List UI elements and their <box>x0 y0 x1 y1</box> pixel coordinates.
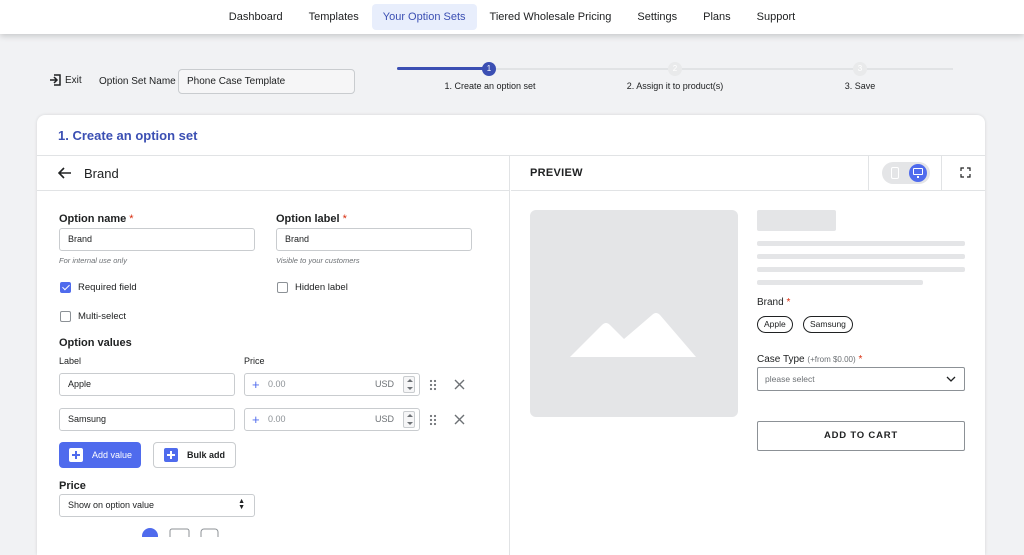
label-column-header: Label <box>59 356 82 366</box>
hidden-label-checkbox[interactable]: Hidden label <box>277 282 348 293</box>
multi-select-checkbox[interactable]: Multi-select <box>60 311 126 322</box>
product-image-placeholder <box>530 210 738 417</box>
plus-icon <box>164 448 178 462</box>
checkbox-unchecked[interactable] <box>60 311 71 322</box>
option-value-price-input[interactable]: + 0.00 USD <box>244 373 420 396</box>
editor-header: Brand <box>37 156 509 191</box>
option-label-help: Visible to your customers <box>276 256 360 265</box>
device-toggle-cell <box>868 156 942 191</box>
exit-label: Exit <box>65 74 82 86</box>
preview-case-type-select[interactable]: please select <box>757 367 965 391</box>
required-mark: * <box>129 213 134 225</box>
card-title: 1. Create an option set <box>58 128 198 143</box>
preview-header: PREVIEW <box>511 156 985 191</box>
option-value-label-input[interactable]: Apple <box>59 373 235 396</box>
price-section-title: Price <box>59 480 86 492</box>
exit-icon <box>50 74 61 86</box>
checkbox-checked[interactable] <box>60 282 71 293</box>
price-amount: 0.00 <box>268 414 286 424</box>
remove-value-icon[interactable] <box>454 414 465 425</box>
price-display-value: Show on option value <box>68 500 155 510</box>
step-3-label: 3. Save <box>844 81 876 91</box>
skeleton-title <box>757 210 836 231</box>
exit-button[interactable]: Exit <box>49 74 82 86</box>
case-type-placeholder: please select <box>765 374 815 384</box>
bulk-add-label: Bulk add <box>187 450 226 460</box>
price-amount: 0.00 <box>268 379 286 389</box>
skeleton-line <box>757 254 965 259</box>
device-toggle[interactable] <box>882 162 930 184</box>
select-arrows-icon: ▲ ▼ <box>238 498 245 511</box>
remove-value-icon[interactable] <box>454 379 465 390</box>
option-set-card: 1. Create an option set Brand Option nam… <box>37 115 985 555</box>
step-1-dot[interactable]: 1 <box>482 62 496 76</box>
preview-case-type-label: Case Type (+from $0.00) * <box>757 354 863 365</box>
step-3-dot[interactable]: 3 <box>853 62 867 76</box>
option-set-name-input[interactable]: Phone Case Template <box>178 69 355 94</box>
multi-select-label: Multi-select <box>78 311 127 322</box>
desktop-icon[interactable] <box>909 164 927 182</box>
preview-title: PREVIEW <box>530 167 583 179</box>
editor-title: Brand <box>84 166 119 181</box>
step-2-dot[interactable]: 2 <box>668 62 682 76</box>
nav-settings[interactable]: Settings <box>624 4 690 30</box>
price-stepper[interactable] <box>403 376 415 393</box>
option-set-name-label: Option Set Name <box>99 76 176 87</box>
option-label-input[interactable]: Brand <box>276 228 472 251</box>
add-value-label: Add value <box>92 450 133 460</box>
skeleton-line <box>757 280 923 285</box>
nav-tiered-wholesale-pricing[interactable]: Tiered Wholesale Pricing <box>477 4 625 30</box>
hidden-label-label: Hidden label <box>295 282 348 293</box>
preview-brand-option[interactable]: Apple <box>757 316 793 333</box>
option-label-label: Option label * <box>276 213 347 225</box>
add-to-cart-button[interactable]: ADD TO CART <box>757 421 965 451</box>
option-value-label-input[interactable]: Samsung <box>59 408 235 431</box>
fullscreen-icon[interactable] <box>960 167 971 178</box>
option-name-label: Option name * <box>59 213 134 225</box>
top-nav: Dashboard Templates Your Option Sets Tie… <box>0 0 1024 34</box>
option-name-input[interactable]: Brand <box>59 228 255 251</box>
back-arrow-icon[interactable] <box>58 167 72 179</box>
stepper-track-fill <box>397 67 489 70</box>
nav-plans[interactable]: Plans <box>690 4 744 30</box>
progress-stepper: 1 2 3 1. Create an option set 2. Assign … <box>397 62 953 92</box>
add-value-button[interactable]: Add value <box>59 442 142 468</box>
skeleton-line <box>757 241 965 246</box>
plus-icon <box>69 448 83 462</box>
price-column-header: Price <box>244 356 265 366</box>
option-name-help: For internal use only <box>59 256 127 265</box>
price-display-select[interactable]: Show on option value ▲ ▼ <box>59 494 255 517</box>
drag-handle-icon[interactable] <box>429 379 437 391</box>
nav-dashboard[interactable]: Dashboard <box>216 4 296 30</box>
option-values-title: Option values <box>59 337 132 349</box>
step-2-label: 2. Assign it to product(s) <box>626 81 724 91</box>
price-currency: USD <box>375 379 395 389</box>
preview-brand-label: Brand * <box>757 297 791 308</box>
nav-support[interactable]: Support <box>744 4 809 30</box>
option-value-price-input[interactable]: + 0.00 USD <box>244 408 420 431</box>
chevron-down-icon <box>946 376 956 382</box>
nav-your-option-sets[interactable]: Your Option Sets <box>371 4 477 30</box>
plus-icon: + <box>252 412 260 427</box>
required-field-label: Required field <box>78 282 137 293</box>
required-mark: * <box>342 213 347 225</box>
checkbox-unchecked[interactable] <box>277 282 288 293</box>
drag-handle-icon[interactable] <box>429 414 437 426</box>
price-currency: USD <box>375 414 395 424</box>
nav-templates[interactable]: Templates <box>296 4 372 30</box>
bulk-add-button[interactable]: Bulk add <box>153 442 237 468</box>
step-1-label: 1. Create an option set <box>444 81 536 91</box>
price-stepper[interactable] <box>403 411 415 428</box>
image-placeholder-icon <box>570 313 696 357</box>
mobile-icon[interactable] <box>891 167 899 179</box>
skeleton-line <box>757 267 965 272</box>
partial-toolbar-icons <box>142 528 219 537</box>
plus-icon: + <box>252 377 260 392</box>
option-editor-pane: Brand Option name * Brand For internal u… <box>37 156 510 555</box>
required-field-checkbox[interactable]: Required field <box>60 282 137 293</box>
preview-pane: PREVIEW Brand * Apple Samsung Case Type … <box>511 156 985 555</box>
preview-brand-option[interactable]: Samsung <box>803 316 853 333</box>
